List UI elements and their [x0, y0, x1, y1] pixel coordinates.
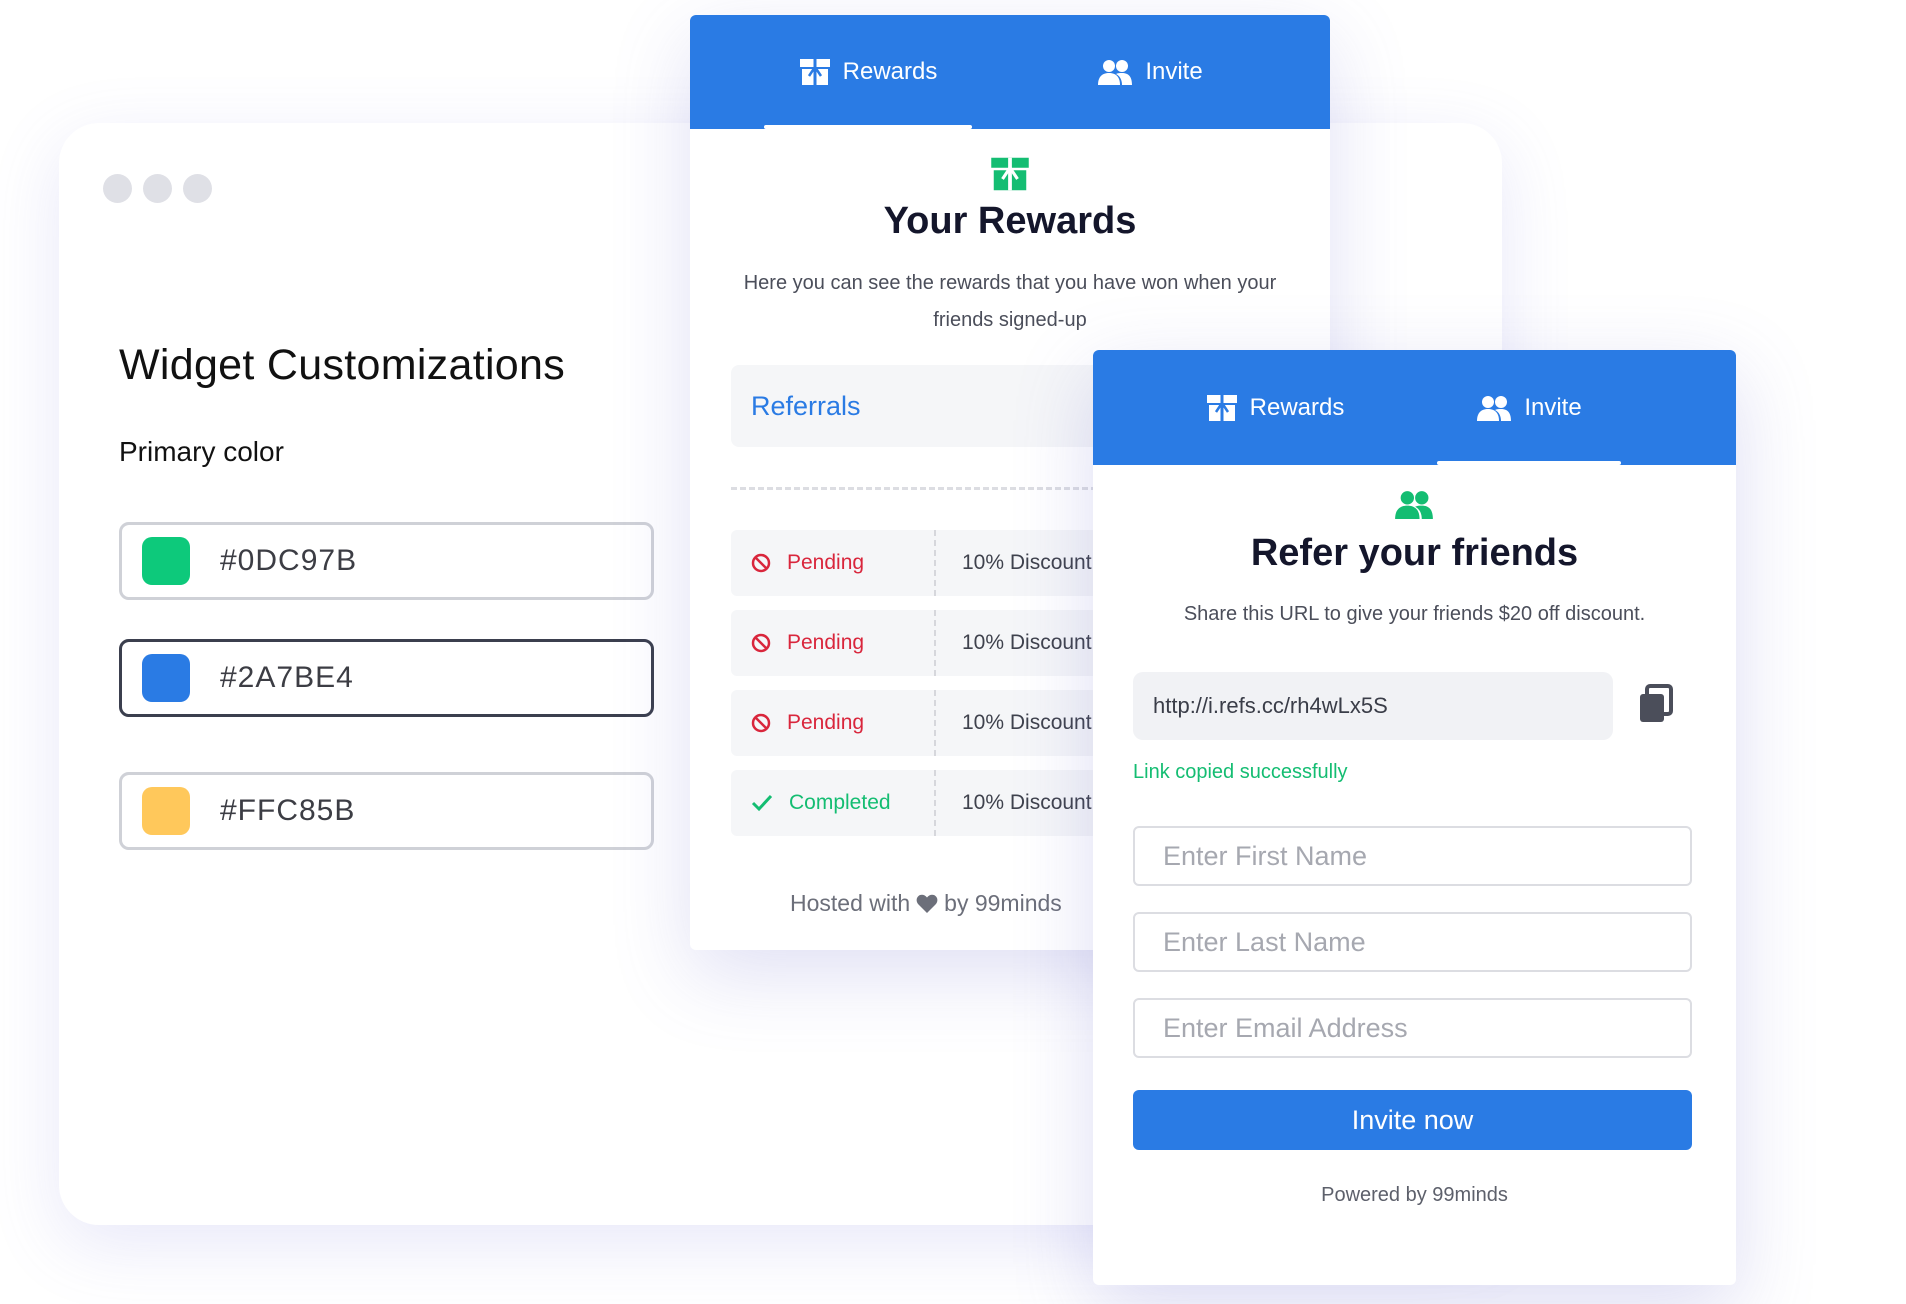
window-dots	[103, 174, 212, 203]
last-name-input[interactable]	[1133, 912, 1692, 972]
copy-success-message: Link copied successfully	[1133, 761, 1348, 783]
widget-header: Rewards Invite	[1093, 350, 1736, 465]
status-badge: Pending	[751, 610, 864, 676]
invite-title: Refer your friends	[1250, 532, 1579, 574]
column-divider	[934, 530, 936, 596]
window-dot	[103, 174, 132, 203]
invite-now-button[interactable]: Invite now	[1133, 1090, 1692, 1150]
ban-icon	[751, 553, 771, 573]
status-badge: Pending	[751, 690, 864, 756]
reward-label: 10% Discount	[962, 631, 1092, 654]
footer-text: Hosted with	[790, 890, 911, 916]
rewards-title: Your Rewards	[883, 200, 1137, 242]
column-divider	[934, 770, 936, 836]
gift-icon	[799, 59, 830, 85]
tab-label: Invite	[1145, 58, 1203, 85]
color-code: #FFC85B	[220, 794, 356, 827]
status-label: Pending	[787, 631, 865, 654]
invite-description: Share this URL to give your friends $20 …	[1183, 603, 1646, 625]
reward-label: 10% Discount	[962, 711, 1092, 734]
powered-by-footer: Powered by 99minds	[1321, 1184, 1508, 1206]
window-dot	[143, 174, 172, 203]
active-tab-indicator	[764, 125, 972, 129]
users-icon	[1395, 491, 1433, 519]
users-icon	[1098, 60, 1133, 85]
tab-label: Invite	[1524, 393, 1582, 421]
color-option-yellow[interactable]: #FFC85B	[119, 772, 654, 850]
heart-icon	[916, 894, 938, 913]
status-label: Completed	[789, 791, 891, 814]
primary-color-label: Primary color	[119, 436, 284, 467]
tab-label: Rewards	[842, 58, 938, 85]
color-swatch	[142, 654, 190, 702]
footer-text: by 99minds	[944, 890, 1062, 916]
widget-header: Rewards Invite	[690, 15, 1330, 129]
tab-rewards[interactable]: Rewards	[764, 15, 972, 129]
ban-icon	[751, 633, 771, 653]
invite-widget: Rewards Invite Refer your friends Share …	[1093, 350, 1736, 1285]
column-divider	[934, 610, 936, 676]
status-label: Pending	[787, 551, 865, 574]
color-code: #2A7BE4	[220, 661, 354, 694]
color-option-green[interactable]: #0DC97B	[119, 522, 654, 600]
status-label: Pending	[787, 711, 865, 734]
status-badge: Pending	[751, 530, 864, 596]
email-input[interactable]	[1133, 998, 1692, 1058]
first-name-input[interactable]	[1133, 826, 1692, 886]
column-divider	[934, 690, 936, 756]
referral-url-field[interactable]: http://i.refs.cc/rh4wLx5S	[1133, 672, 1613, 740]
tab-invite[interactable]: Invite	[1080, 15, 1220, 129]
hosted-footer: Hosted with by 99minds	[790, 890, 1062, 917]
gift-icon	[991, 157, 1029, 191]
reward-label: 10% Discount	[962, 791, 1092, 814]
tab-rewards[interactable]: Rewards	[1190, 350, 1360, 465]
color-swatch	[142, 537, 190, 585]
tab-label: Rewards	[1249, 393, 1345, 421]
tab-invite[interactable]: Invite	[1437, 350, 1621, 465]
panel-title: Widget Customizations	[119, 341, 566, 389]
status-badge: Completed	[751, 770, 891, 836]
gift-icon	[1206, 394, 1237, 421]
ban-icon	[751, 713, 771, 733]
users-icon	[1477, 395, 1512, 421]
color-swatch	[142, 787, 190, 835]
check-icon	[751, 794, 773, 812]
window-dot	[183, 174, 212, 203]
active-tab-indicator	[1437, 461, 1621, 465]
copy-icon[interactable]	[1637, 684, 1675, 724]
color-code: #0DC97B	[220, 544, 358, 577]
reward-label: 10% Discount	[962, 551, 1092, 574]
rewards-description: Here you can see the rewards that you ha…	[743, 272, 1277, 331]
color-option-blue[interactable]: #2A7BE4	[119, 639, 654, 717]
